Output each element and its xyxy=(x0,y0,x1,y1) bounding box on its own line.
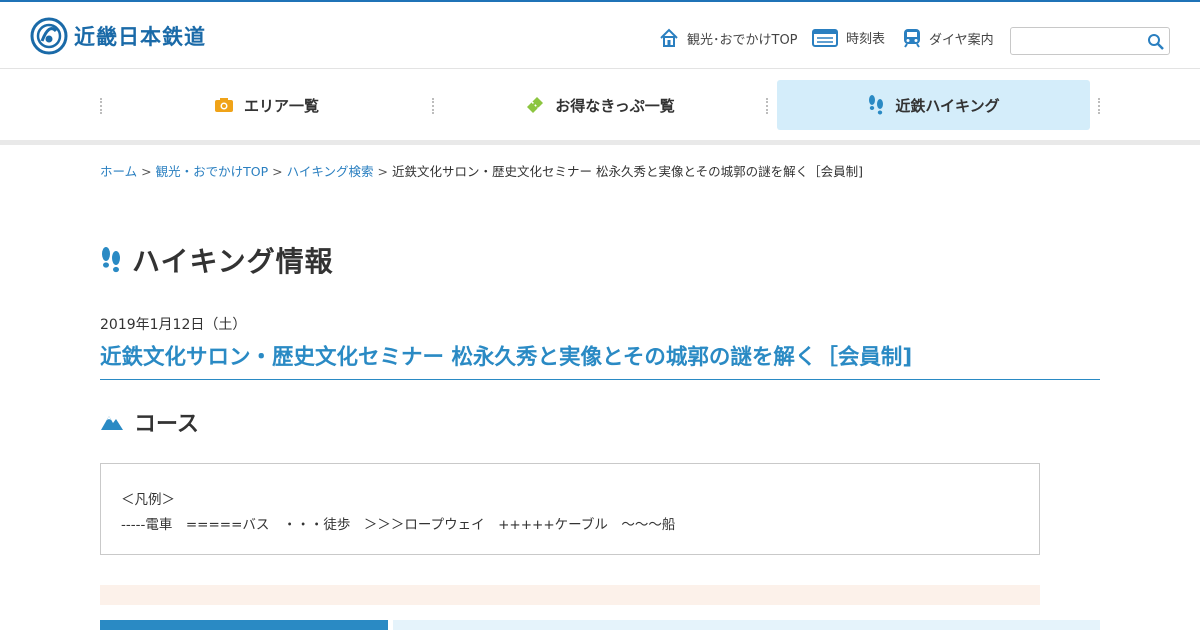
util-link-kanko-top[interactable]: 観光･おでかけTOP xyxy=(659,28,798,48)
nav-item-label: お得なきっぷ一覧 xyxy=(555,96,675,115)
util-link-label: ダイヤ案内 xyxy=(929,32,994,48)
util-link-timetable[interactable]: 時刻表 xyxy=(812,28,885,47)
course-heading-block: コース xyxy=(100,406,199,438)
breadcrumb-separator: > xyxy=(377,164,388,179)
camera-icon xyxy=(214,98,233,112)
breadcrumb-separator: > xyxy=(141,164,152,179)
event-title: 近鉄文化サロン・歴史文化セミナー 松永久秀と実像とその城郭の謎を解く［会員制] xyxy=(100,340,1100,380)
tab-active[interactable] xyxy=(100,620,388,630)
search-icon[interactable] xyxy=(1147,33,1165,51)
mountain-icon xyxy=(101,416,123,430)
site-search xyxy=(1010,27,1170,55)
nav-item-area-list[interactable]: エリア一覧 xyxy=(100,80,433,144)
breadcrumb-separator: > xyxy=(272,164,283,179)
global-nav: エリア一覧 お得なきっぷ一覧 近鉄ハイキング xyxy=(0,70,1200,145)
site-header: 近畿日本鉄道 観光･おでかけTOP 時刻表 ダイヤ案内 xyxy=(0,2,1200,69)
tab-inactive[interactable] xyxy=(393,620,1100,630)
breadcrumb-link-kanko-top[interactable]: 観光・おでかけTOP xyxy=(156,164,269,179)
course-map-band xyxy=(100,585,1040,605)
search-input[interactable] xyxy=(1017,31,1141,51)
breadcrumb-current: 近鉄文化サロン・歴史文化セミナー 松永久秀と実像とその城郭の謎を解く［会員制] xyxy=(392,164,863,179)
util-link-diagram[interactable]: ダイヤ案内 xyxy=(903,28,994,48)
site-logo[interactable]: 近畿日本鉄道 xyxy=(30,17,206,55)
nav-bottom-bar xyxy=(0,140,1200,145)
breadcrumb: ホーム > 観光・おでかけTOP > ハイキング検索 > 近鉄文化サロン・歴史文化セミナー … xyxy=(100,161,863,180)
course-heading: コース xyxy=(134,412,199,437)
timetable-icon xyxy=(812,28,838,47)
house-icon xyxy=(660,28,678,47)
ticket-icon xyxy=(527,97,544,113)
legend-line: -----電車 =====バス ・・・徒歩 ＞＞＞ロープウェイ +++++ケーブ… xyxy=(121,517,676,533)
breadcrumb-link-home[interactable]: ホーム xyxy=(100,164,137,179)
nav-item-label: 近鉄ハイキング xyxy=(895,96,1000,115)
page-title: ハイキング情報 xyxy=(132,245,334,278)
util-link-label: 時刻表 xyxy=(846,32,886,47)
nav-item-tickets[interactable]: お得なきっぷ一覧 xyxy=(433,80,767,144)
nav-item-hiking[interactable]: 近鉄ハイキング xyxy=(767,80,1100,144)
train-icon xyxy=(904,29,920,48)
event-date: 2019年1月12日（土） xyxy=(100,317,247,333)
breadcrumb-link-hiking-search[interactable]: ハイキング検索 xyxy=(287,164,374,179)
footprints-icon xyxy=(869,95,884,115)
kintetsu-logo-icon xyxy=(30,17,68,55)
legend-title: ＜凡例＞ xyxy=(121,492,175,508)
nav-item-label: エリア一覧 xyxy=(243,96,319,115)
util-link-label: 観光･おでかけTOP xyxy=(687,32,798,48)
nav-separator xyxy=(1098,98,1100,114)
logo-text: 近畿日本鉄道 xyxy=(74,25,206,49)
footprints-icon xyxy=(102,247,120,273)
nav-separator xyxy=(766,98,768,114)
page-title-block: ハイキング情報 xyxy=(100,240,334,280)
route-legend: ＜凡例＞ -----電車 =====バス ・・・徒歩 ＞＞＞ロープウェイ +++… xyxy=(100,463,1040,555)
